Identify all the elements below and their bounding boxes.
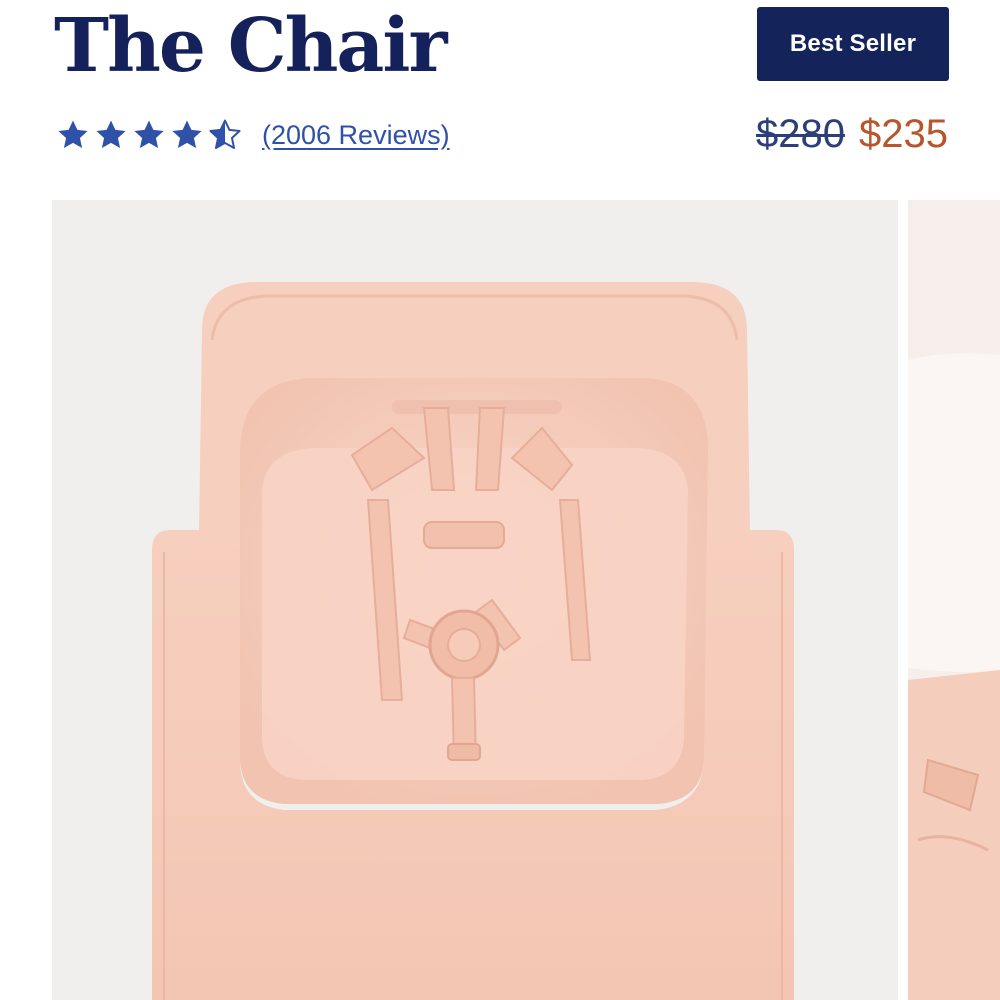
reviews-link[interactable]: (2006 Reviews): [262, 120, 450, 151]
star-icon: [172, 120, 202, 149]
product-title: The Chair: [54, 3, 447, 89]
price-group: $280 $235: [756, 112, 948, 157]
product-image-next[interactable]: [908, 200, 1000, 1000]
chair-photo-partial: [908, 200, 1000, 1000]
original-price: $280: [756, 112, 846, 156]
product-page: The Chair Best Seller (2006 Reviews) $28…: [0, 0, 1000, 1000]
chair-photo: [152, 282, 794, 1000]
star-icon: [96, 120, 126, 149]
product-image-main[interactable]: [52, 200, 898, 1000]
best-seller-badge: Best Seller: [757, 7, 949, 81]
half-star-icon: [209, 119, 241, 150]
product-rating: (2006 Reviews): [56, 115, 450, 155]
star-icon: [134, 120, 164, 149]
star-icon: [58, 120, 88, 149]
rating-stars: [56, 118, 242, 152]
sale-price: $235: [859, 112, 948, 156]
